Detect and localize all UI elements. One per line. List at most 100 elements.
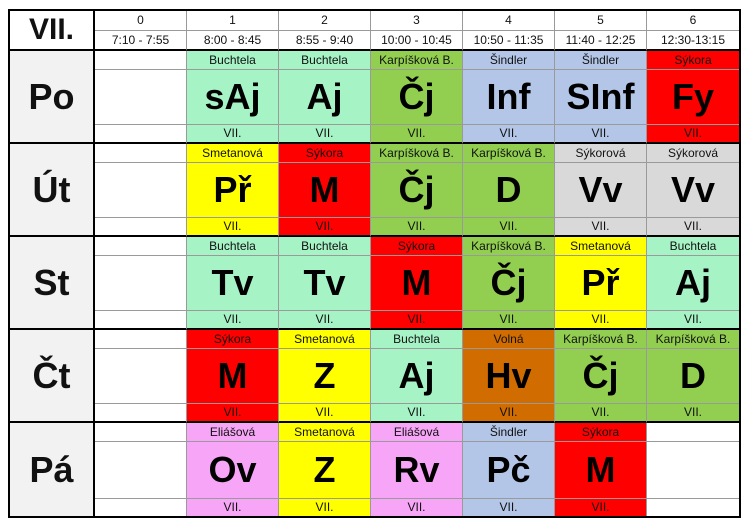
lesson-cell[interactable]: Sýkora M VII. bbox=[187, 330, 279, 423]
lesson-teacher: Sýkora bbox=[647, 51, 739, 70]
lesson-subject: Fy bbox=[647, 70, 739, 124]
lesson-teacher: Sýkora bbox=[555, 423, 646, 442]
lesson-subject: Z bbox=[279, 442, 370, 498]
lesson-subject: Aj bbox=[279, 70, 370, 124]
lesson-teacher: Buchtela bbox=[279, 51, 370, 70]
lesson-cell[interactable]: Buchtela Tv VII. bbox=[187, 237, 279, 330]
lesson-cell[interactable]: Smetanová Z VII. bbox=[279, 423, 371, 516]
lesson-cell[interactable]: Smetanová Př VII. bbox=[187, 144, 279, 237]
lesson-teacher: Buchtela bbox=[187, 51, 278, 70]
lesson-class: VII. bbox=[187, 124, 278, 142]
period-time: 7:10 - 7:55 bbox=[95, 31, 187, 51]
lesson-cell[interactable]: Buchtela sAj VII. bbox=[187, 51, 279, 144]
period-time: 10:00 - 10:45 bbox=[371, 31, 463, 51]
lesson-cell[interactable] bbox=[647, 423, 739, 516]
day-label: Po bbox=[10, 51, 95, 144]
lesson-class: VII. bbox=[463, 217, 554, 235]
lesson-cell[interactable]: Sýkorová Vv VII. bbox=[555, 144, 647, 237]
period-number: 3 bbox=[371, 11, 463, 31]
lesson-cell[interactable]: Šindler Pč VII. bbox=[463, 423, 555, 516]
lesson-cell[interactable]: Karpíšková B. Čj VII. bbox=[463, 237, 555, 330]
lesson-class: VII. bbox=[187, 217, 278, 235]
lesson-cell[interactable] bbox=[95, 51, 187, 144]
lesson-class: VII. bbox=[279, 498, 370, 516]
lesson-teacher: Eliášová bbox=[187, 423, 278, 442]
class-title: VII. bbox=[10, 11, 95, 51]
lesson-cell[interactable] bbox=[95, 423, 187, 516]
lesson-cell[interactable]: Eliášová Rv VII. bbox=[371, 423, 463, 516]
lesson-subject: Čj bbox=[371, 163, 462, 217]
lesson-class: VII. bbox=[371, 124, 462, 142]
lesson-cell[interactable]: Buchtela Aj VII. bbox=[279, 51, 371, 144]
lesson-subject bbox=[95, 70, 186, 124]
lesson-class bbox=[95, 124, 186, 142]
lesson-teacher bbox=[95, 330, 186, 349]
lesson-cell[interactable]: Sýkora Fy VII. bbox=[647, 51, 739, 144]
lesson-cell[interactable]: Volná Hv VII. bbox=[463, 330, 555, 423]
period-number: 2 bbox=[279, 11, 371, 31]
lesson-subject: Aj bbox=[647, 256, 739, 310]
lesson-subject: Hv bbox=[463, 349, 554, 403]
lesson-teacher: Šindler bbox=[463, 51, 554, 70]
lesson-teacher: Sýkora bbox=[279, 144, 370, 163]
lesson-teacher: Sýkora bbox=[187, 330, 278, 349]
lesson-subject: Aj bbox=[371, 349, 462, 403]
period-time: 10:50 - 11:35 bbox=[463, 31, 555, 51]
period-number: 4 bbox=[463, 11, 555, 31]
lesson-class bbox=[647, 498, 739, 516]
lesson-cell[interactable]: Sýkora M VII. bbox=[371, 237, 463, 330]
day-label: Pá bbox=[10, 423, 95, 516]
lesson-class: VII. bbox=[647, 217, 739, 235]
lesson-class: VII. bbox=[555, 498, 646, 516]
lesson-cell[interactable]: Sýkora M VII. bbox=[279, 144, 371, 237]
lesson-subject: Tv bbox=[279, 256, 370, 310]
lesson-subject: Čj bbox=[463, 256, 554, 310]
lesson-cell[interactable]: Sýkorová Vv VII. bbox=[647, 144, 739, 237]
lesson-cell[interactable] bbox=[95, 144, 187, 237]
lesson-teacher: Buchtela bbox=[647, 237, 739, 256]
lesson-class: VII. bbox=[371, 498, 462, 516]
lesson-subject: Inf bbox=[463, 70, 554, 124]
lesson-class: VII. bbox=[463, 403, 554, 421]
lesson-class: VII. bbox=[279, 217, 370, 235]
period-time: 8:00 - 8:45 bbox=[187, 31, 279, 51]
lesson-teacher: Eliášová bbox=[371, 423, 462, 442]
lesson-subject bbox=[95, 256, 186, 310]
lesson-cell[interactable]: Šindler SInf VII. bbox=[555, 51, 647, 144]
lesson-class bbox=[95, 310, 186, 328]
day-label: Čt bbox=[10, 330, 95, 423]
lesson-class: VII. bbox=[463, 498, 554, 516]
lesson-cell[interactable]: Karpíšková B. D VII. bbox=[463, 144, 555, 237]
lesson-subject: Vv bbox=[555, 163, 646, 217]
lesson-teacher: Buchtela bbox=[187, 237, 278, 256]
lesson-teacher bbox=[95, 237, 186, 256]
lesson-teacher bbox=[95, 423, 186, 442]
lesson-teacher: Volná bbox=[463, 330, 554, 349]
lesson-cell[interactable]: Karpíšková B. Čj VII. bbox=[371, 51, 463, 144]
lesson-cell[interactable]: Eliášová Ov VII. bbox=[187, 423, 279, 516]
lesson-cell[interactable]: Buchtela Tv VII. bbox=[279, 237, 371, 330]
period-time: 8:55 - 9:40 bbox=[279, 31, 371, 51]
lesson-subject: Př bbox=[187, 163, 278, 217]
lesson-cell[interactable] bbox=[95, 237, 187, 330]
lesson-cell[interactable]: Buchtela Aj VII. bbox=[647, 237, 739, 330]
lesson-cell[interactable]: Karpíšková B. Čj VII. bbox=[371, 144, 463, 237]
lesson-cell[interactable]: Smetanová Z VII. bbox=[279, 330, 371, 423]
lesson-teacher: Karpíšková B. bbox=[463, 144, 554, 163]
lesson-cell[interactable] bbox=[95, 330, 187, 423]
lesson-cell[interactable]: Karpíšková B. D VII. bbox=[647, 330, 739, 423]
lesson-cell[interactable]: Smetanová Př VII. bbox=[555, 237, 647, 330]
lesson-cell[interactable]: Karpíšková B. Čj VII. bbox=[555, 330, 647, 423]
lesson-teacher: Sýkora bbox=[371, 237, 462, 256]
lesson-cell[interactable]: Sýkora M VII. bbox=[555, 423, 647, 516]
lesson-teacher: Karpíšková B. bbox=[371, 144, 462, 163]
lesson-cell[interactable]: Šindler Inf VII. bbox=[463, 51, 555, 144]
lesson-teacher: Buchtela bbox=[371, 330, 462, 349]
lesson-teacher: Karpíšková B. bbox=[647, 330, 739, 349]
lesson-cell[interactable]: Buchtela Aj VII. bbox=[371, 330, 463, 423]
lesson-class: VII. bbox=[555, 217, 646, 235]
timetable-grid: VII. 0 7:10 - 7:55 1 8:00 - 8:45 2 8:55 - 9:4… bbox=[8, 9, 741, 518]
lesson-subject: D bbox=[463, 163, 554, 217]
lesson-class: VII. bbox=[279, 403, 370, 421]
period-time: 11:40 - 12:25 bbox=[555, 31, 647, 51]
